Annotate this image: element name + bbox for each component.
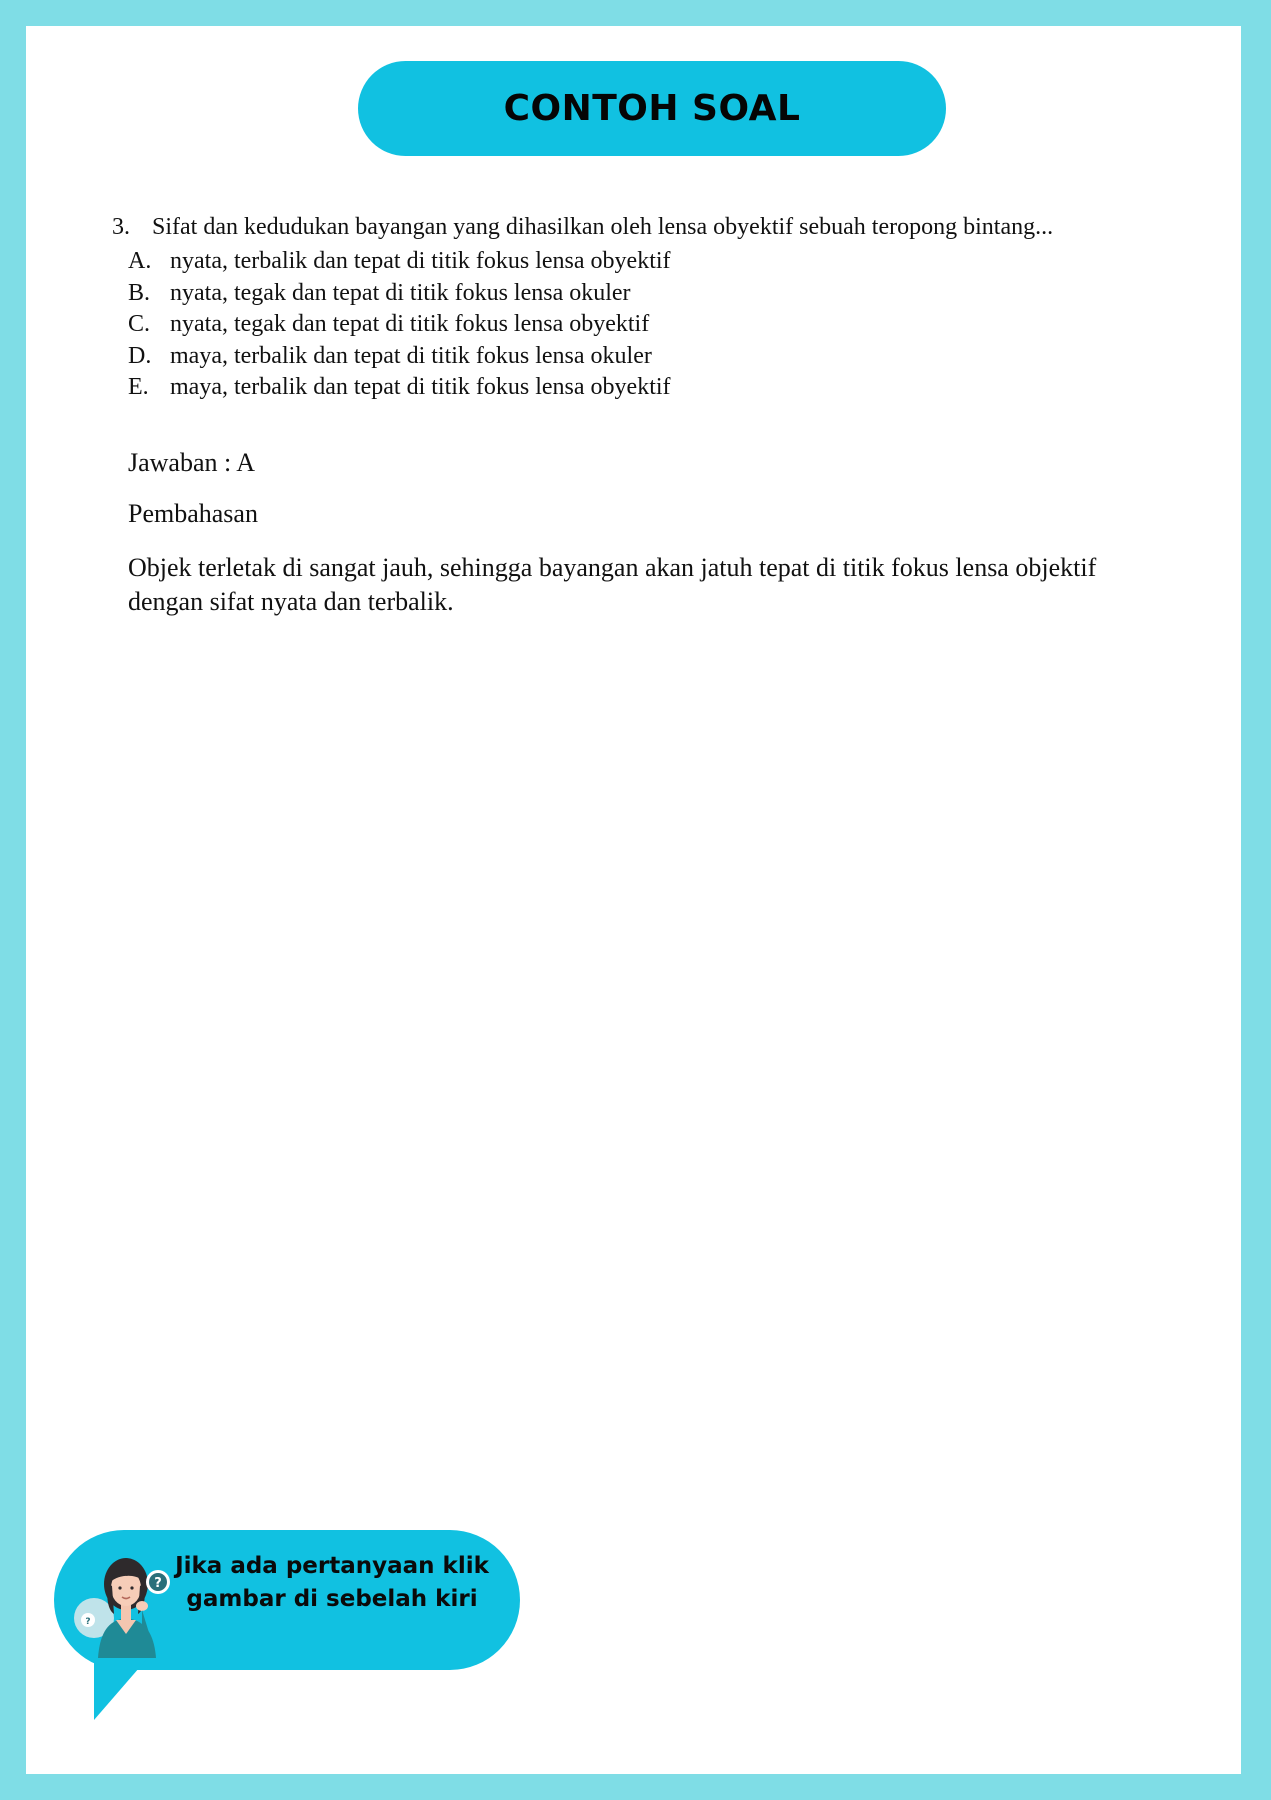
option-text: nyata, tegak dan tepat di titik fokus le…	[170, 279, 631, 306]
option-text: nyata, tegak dan tepat di titik fokus le…	[170, 311, 650, 337]
question-number: 3.	[112, 214, 130, 240]
speech-bubble-tail	[94, 1660, 146, 1720]
explanation-text: Objek terletak di sangat jauh, sehingga …	[128, 553, 1097, 616]
svg-text:?: ?	[154, 1576, 162, 1591]
svg-text:?: ?	[85, 1617, 90, 1627]
help-callout[interactable]: ? ? Jika ada pertanyaan klik gambar di s…	[54, 1530, 520, 1720]
option-letter: C.	[128, 311, 151, 337]
explanation-title: Pembahasan	[128, 499, 258, 528]
option-letter: A.	[128, 248, 152, 274]
title-banner: CONTOH SOAL	[358, 61, 946, 156]
help-text-line-2: gambar di sebelah kiri	[186, 1586, 478, 1612]
option-text: nyata, terbalik dan tepat di titik fokus…	[170, 248, 671, 274]
option-text: maya, terbalik dan tepat di titik fokus …	[170, 342, 652, 369]
answer-key: Jawaban : A	[128, 448, 256, 477]
question-text: Sifat dan kedudukan bayangan yang dihasi…	[152, 214, 1054, 240]
option-e: E. maya, terbalik dan tepat di titik foku…	[128, 372, 671, 404]
question: 3. Sifat dan kedudukan bayangan yang diha…	[112, 214, 1053, 241]
help-text-line-1: Jika ada pertanyaan klik	[175, 1553, 489, 1579]
page-sheet: CONTOH SOAL 3. Sifat dan kedudukan bayang…	[26, 26, 1241, 1774]
option-text: maya, terbalik dan tepat di titik fokus …	[170, 374, 671, 400]
page-title: CONTOH SOAL	[503, 88, 801, 129]
option-d: D. maya, terbalik dan tepat di titik foku…	[128, 341, 671, 373]
option-b: B. nyata, tegak dan tepat di titik fokus …	[128, 278, 671, 310]
woman-question-icon[interactable]: ? ?	[72, 1546, 176, 1658]
option-a: A. nyata, terbalik dan tepat di titik fok…	[128, 246, 671, 278]
help-text: Jika ada pertanyaan klik gambar di sebel…	[162, 1550, 502, 1616]
option-letter: E.	[128, 374, 149, 400]
option-list: A. nyata, terbalik dan tepat di titik fok…	[128, 246, 671, 404]
option-letter: B.	[128, 279, 151, 306]
option-letter: D.	[128, 342, 152, 369]
option-c: C. nyata, tegak dan tepat di titik fokus …	[128, 309, 671, 341]
